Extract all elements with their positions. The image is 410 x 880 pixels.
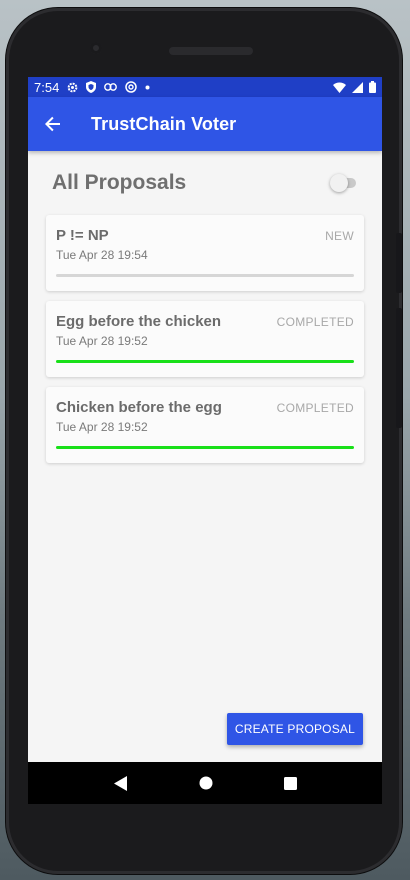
earpiece-speaker [169, 47, 253, 55]
recents-square-icon[interactable] [283, 776, 297, 790]
proposal-title: P != NP [56, 227, 109, 244]
battery-icon [369, 81, 376, 93]
home-circle-icon[interactable] [199, 776, 213, 790]
vote-progress-bar [56, 274, 354, 277]
create-proposal-button[interactable]: CREATE PROPOSAL [226, 713, 363, 745]
list-header: All Proposals [46, 151, 364, 215]
proposal-card[interactable]: P != NP NEW Tue Apr 28 19:54 [46, 215, 364, 291]
proposal-status: COMPLETED [276, 315, 354, 329]
proposal-status: NEW [325, 229, 354, 243]
proposal-date: Tue Apr 28 19:54 [56, 248, 148, 262]
proposal-card[interactable]: Chicken before the egg COMPLETED Tue Apr… [46, 387, 364, 463]
proposal-date: Tue Apr 28 19:52 [56, 420, 148, 434]
proposal-title: Egg before the chicken [56, 313, 222, 330]
shield-icon [86, 81, 97, 93]
app-screen: 7:54 TrustChain Voter All Proposals P !=… [28, 77, 382, 762]
power-button [396, 233, 402, 293]
gear-icon [67, 82, 78, 92]
system-nav-bar [28, 762, 382, 804]
dot-icon [145, 85, 150, 89]
volume-button [396, 308, 402, 428]
filter-toggle[interactable] [330, 174, 358, 192]
vote-progress-fill [56, 360, 354, 363]
status-bar: 7:54 [28, 77, 382, 97]
proposal-list-section: All Proposals P != NP NEW Tue Apr 28 19:… [28, 151, 382, 463]
at-icon [125, 81, 138, 93]
wifi-icon [333, 81, 346, 93]
vote-progress-fill [56, 446, 354, 449]
front-camera [90, 42, 102, 54]
arrow-back-icon [45, 116, 60, 132]
proposal-card[interactable]: Egg before the chicken COMPLETED Tue Apr… [46, 301, 364, 377]
proposal-date: Tue Apr 28 19:52 [56, 334, 148, 348]
signal-icon [352, 81, 363, 93]
back-triangle-icon[interactable] [113, 775, 128, 791]
vote-progress-bar [56, 360, 354, 363]
link-icon [104, 83, 118, 91]
toggle-thumb [330, 174, 348, 192]
status-time: 7:54 [34, 79, 60, 95]
app-title: TrustChain Voter [91, 113, 237, 134]
vote-progress-bar [56, 446, 354, 449]
app-bar: TrustChain Voter [28, 97, 382, 151]
page-title: All Proposals [52, 171, 187, 194]
proposal-title: Chicken before the egg [56, 399, 222, 416]
proposal-status: COMPLETED [276, 401, 354, 415]
back-button[interactable] [28, 97, 78, 151]
